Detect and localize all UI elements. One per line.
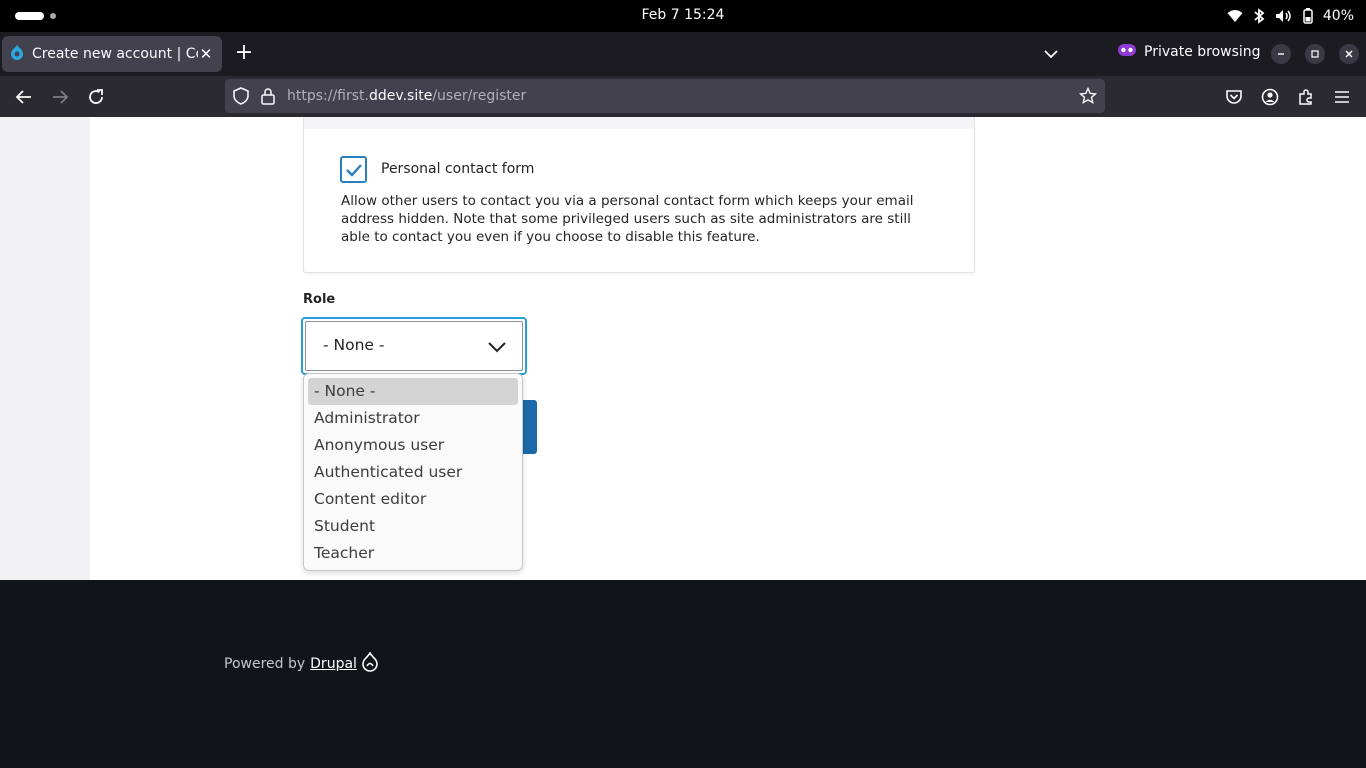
battery-icon bbox=[1303, 8, 1313, 24]
personal-contact-form-label[interactable]: Personal contact form bbox=[381, 161, 534, 177]
role-option-authenticated-user[interactable]: Authenticated user bbox=[308, 459, 518, 486]
role-option-anonymous-user[interactable]: Anonymous user bbox=[308, 432, 518, 459]
web-page: Personal contact form Allow other users … bbox=[0, 117, 1366, 580]
page-gutter bbox=[0, 117, 90, 580]
url-prefix: https://first. bbox=[287, 88, 369, 104]
volume-icon bbox=[1275, 9, 1293, 23]
forward-button[interactable] bbox=[48, 85, 72, 109]
new-tab-button[interactable]: + bbox=[233, 42, 255, 65]
browser-tab-strip: Create new account | Coll ✕ + Private br… bbox=[0, 32, 1366, 76]
reload-button[interactable] bbox=[84, 85, 108, 109]
close-tab-icon[interactable]: ✕ bbox=[198, 45, 214, 63]
back-button[interactable] bbox=[12, 85, 36, 109]
role-option-content-editor[interactable]: Content editor bbox=[308, 486, 518, 513]
contact-form-help-text: Allow other users to contact you via a p… bbox=[341, 193, 914, 245]
private-browsing-label: Private browsing bbox=[1144, 44, 1261, 60]
role-select-value: - None - bbox=[323, 336, 385, 354]
tracking-protection-shield-icon[interactable] bbox=[233, 87, 249, 109]
menu-hamburger-icon[interactable] bbox=[1330, 85, 1354, 109]
battery-percentage: 40% bbox=[1322, 8, 1354, 24]
account-icon[interactable] bbox=[1258, 85, 1282, 109]
drupal-link[interactable]: Drupal bbox=[310, 656, 357, 672]
chevron-down-icon bbox=[487, 338, 507, 357]
system-tray[interactable]: 40% bbox=[1227, 5, 1354, 27]
checkmark-icon bbox=[345, 163, 362, 177]
pocket-icon[interactable] bbox=[1222, 85, 1246, 109]
powered-by-text: Powered by bbox=[224, 656, 306, 672]
url-host: ddev.site bbox=[369, 88, 433, 104]
tab-title: Create new account | Coll bbox=[32, 46, 198, 62]
navigation-toolbar: https://first.ddev.site/user/register bbox=[0, 76, 1366, 117]
role-label: Role bbox=[303, 292, 336, 307]
url-path: /user/register bbox=[432, 88, 527, 104]
wifi-icon bbox=[1227, 9, 1243, 23]
personal-contact-form-checkbox[interactable] bbox=[340, 156, 367, 183]
system-top-bar: Feb 7 15:24 40% bbox=[0, 0, 1366, 32]
drupal-logo-icon bbox=[362, 651, 378, 676]
restore-window-button[interactable] bbox=[1305, 44, 1325, 64]
powered-by: Powered by Drupal bbox=[224, 651, 378, 676]
close-window-button[interactable] bbox=[1339, 44, 1359, 64]
system-clock[interactable]: Feb 7 15:24 bbox=[0, 7, 1366, 23]
bluetooth-icon bbox=[1253, 8, 1265, 24]
lock-icon[interactable] bbox=[261, 87, 275, 109]
role-option-student[interactable]: Student bbox=[308, 513, 518, 540]
role-dropdown-list: - None - Administrator Anonymous user Au… bbox=[303, 373, 523, 571]
role-option-teacher[interactable]: Teacher bbox=[308, 540, 518, 567]
extensions-icon[interactable] bbox=[1294, 85, 1318, 109]
address-bar[interactable]: https://first.ddev.site/user/register bbox=[225, 79, 1105, 113]
role-option-none[interactable]: - None - bbox=[308, 378, 518, 405]
private-mask-icon bbox=[1118, 44, 1136, 60]
browser-tab-active[interactable]: Create new account | Coll ✕ bbox=[2, 36, 222, 72]
fieldset-legend-strip bbox=[303, 117, 975, 129]
url-text[interactable]: https://first.ddev.site/user/register bbox=[287, 88, 526, 104]
drupal-icon bbox=[10, 44, 24, 64]
private-browsing-indicator: Private browsing bbox=[1118, 44, 1261, 60]
site-footer: Powered by Drupal bbox=[0, 580, 1366, 768]
contact-settings-fieldset: Personal contact form Allow other users … bbox=[303, 129, 975, 273]
role-select[interactable]: - None - bbox=[301, 317, 527, 375]
role-option-administrator[interactable]: Administrator bbox=[308, 405, 518, 432]
list-all-tabs-button[interactable] bbox=[1042, 45, 1060, 67]
bookmark-star-icon[interactable] bbox=[1078, 86, 1098, 109]
minimize-window-button[interactable] bbox=[1271, 44, 1291, 64]
